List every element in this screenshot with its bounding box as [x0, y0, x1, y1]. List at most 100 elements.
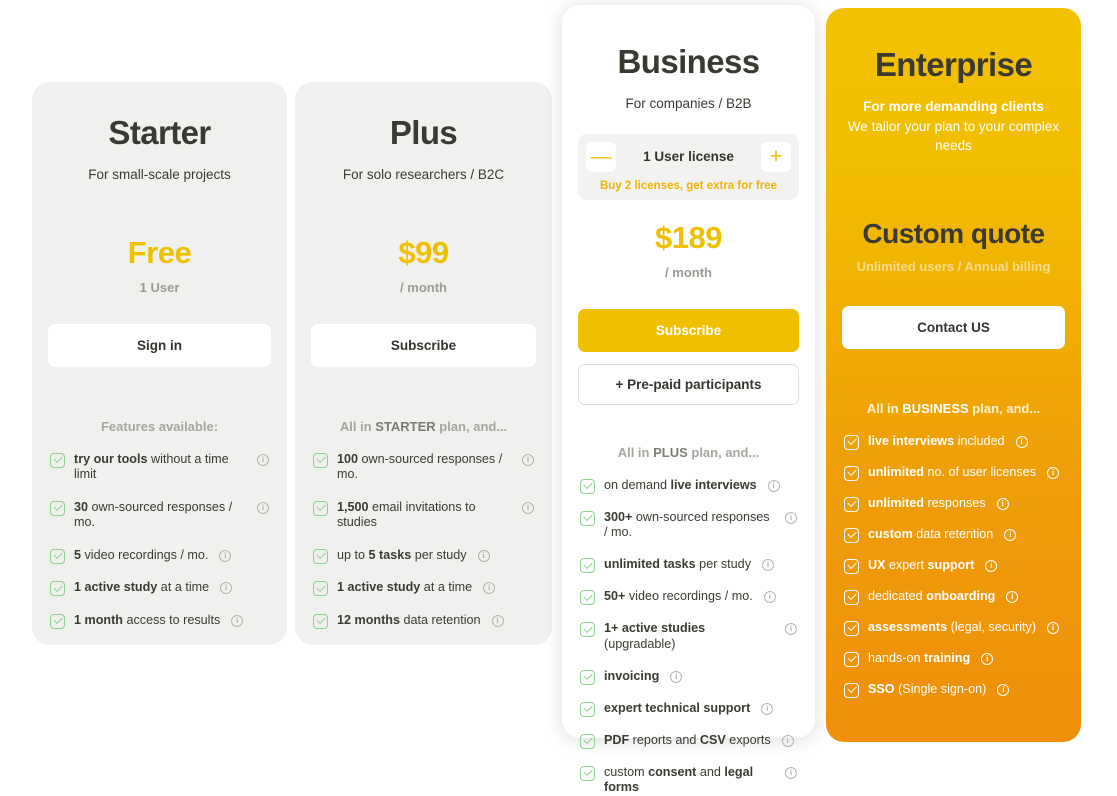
feature-item: unlimited tasks per study i	[578, 557, 799, 574]
license-increment-button[interactable]: +	[761, 141, 791, 172]
info-icon[interactable]: i	[220, 582, 233, 594]
feature-item: custom consent and legal forms i	[578, 765, 799, 796]
check-icon	[844, 465, 859, 481]
check-icon	[844, 620, 859, 636]
subscribe-button-plus[interactable]: Subscribe	[311, 323, 536, 367]
contact-us-button[interactable]: Contact US	[842, 305, 1065, 349]
info-icon[interactable]: i	[981, 652, 994, 665]
info-icon[interactable]: i	[1004, 528, 1017, 541]
feature-item: try our tools without a time limit i	[48, 452, 271, 483]
check-icon	[50, 613, 65, 629]
info-icon[interactable]: i	[763, 591, 776, 604]
feature-item: assessments (legal, security) i	[842, 620, 1065, 636]
features-heading-text: All in	[339, 418, 376, 434]
feature-item: 12 months data retention i	[311, 613, 536, 629]
license-decrement-button[interactable]: —	[586, 141, 616, 172]
feature-label: 50+ video recordings / mo.	[604, 589, 753, 604]
features-heading-tail: plan, and...	[687, 444, 760, 460]
info-icon[interactable]: i	[483, 582, 496, 594]
feature-label: 30 own-sourced responses / mo.	[74, 499, 233, 530]
feature-item: 1 active study at a time i	[311, 580, 536, 596]
feature-item: 50+ video recordings / mo. i	[578, 589, 799, 606]
info-icon[interactable]: i	[781, 734, 794, 747]
check-icon	[844, 682, 859, 698]
plan-title-enterprise: Enterprise	[874, 46, 1033, 83]
plan-title-plus: Plus	[389, 114, 458, 151]
info-icon[interactable]: i	[785, 623, 797, 636]
feature-item: 1 month access to results i	[48, 613, 271, 629]
plan-subtitle-thin: We tailor your plan to your complex need…	[847, 118, 1060, 154]
feature-label: 300+ own-sourced responses / mo.	[604, 509, 770, 540]
info-icon[interactable]: i	[997, 683, 1010, 696]
feature-label: 1 active study at a time	[337, 580, 473, 594]
subscribe-button-business[interactable]: Subscribe	[578, 308, 799, 352]
feature-label: live interviews included	[868, 433, 1005, 448]
feature-label: on demand live interviews	[604, 477, 757, 492]
features-heading-starter: Features available:	[48, 419, 271, 434]
features-heading-tail: plan, and...	[435, 418, 508, 434]
feature-label: assessments (legal, security)	[868, 619, 1037, 634]
feature-item: expert technical support i	[578, 701, 799, 717]
info-icon[interactable]: i	[785, 766, 797, 779]
check-icon	[50, 548, 65, 564]
check-icon	[580, 765, 595, 781]
info-icon[interactable]: i	[219, 549, 232, 562]
info-icon[interactable]: i	[1047, 621, 1060, 634]
info-icon[interactable]: i	[762, 559, 774, 572]
plan-card-body: Plus For solo researchers / B2C $99 / mo…	[295, 114, 552, 677]
feature-label: 1 month access to results	[74, 612, 221, 627]
license-stepper-row: — 1 User license +	[586, 141, 791, 172]
check-icon	[844, 651, 859, 667]
info-icon[interactable]: i	[761, 702, 774, 715]
feature-list-plus: 100 own-sourced responses / mo. i 1,500 em…	[311, 452, 536, 629]
info-icon[interactable]: i	[522, 501, 534, 514]
feature-item: invoicing i	[578, 669, 799, 685]
info-icon[interactable]: i	[1006, 590, 1019, 603]
feature-label: unlimited no. of user licenses	[868, 464, 1036, 479]
prepaid-participants-button[interactable]: + Pre-paid participants	[578, 363, 799, 405]
info-icon[interactable]: i	[996, 497, 1009, 510]
feature-label: PDF reports and CSV exports	[604, 732, 771, 747]
info-icon[interactable]: i	[231, 614, 244, 627]
check-icon	[313, 548, 328, 564]
plan-card-body: Starter For small-scale projects Free 1 …	[32, 114, 287, 677]
plan-subtitle-starter: For small-scale projects	[88, 167, 231, 182]
feature-item: 1 active study at a time i	[48, 580, 271, 596]
feature-label: 100 own-sourced responses / mo.	[337, 451, 503, 482]
check-icon	[844, 496, 859, 512]
feature-item: up to 5 tasks per study i	[311, 548, 536, 564]
info-icon[interactable]: i	[257, 453, 269, 466]
features-heading-enterprise: All in BUSINESS plan, and...	[842, 401, 1065, 416]
plan-subtitle-bold: For more demanding clients	[863, 99, 1044, 114]
info-icon[interactable]: i	[522, 453, 534, 466]
info-icon[interactable]: i	[1047, 466, 1059, 479]
check-icon	[313, 613, 328, 629]
sign-in-button[interactable]: Sign in	[48, 323, 271, 367]
features-heading-business: All in PLUS plan, and...	[578, 445, 799, 460]
plan-subtitle-plus: For solo researchers / B2C	[342, 167, 505, 182]
info-icon[interactable]: i	[985, 559, 998, 572]
feature-label: try our tools without a time limit	[74, 451, 229, 482]
info-icon[interactable]: i	[767, 479, 780, 492]
check-icon	[844, 589, 859, 605]
license-count-label: 1 User license	[643, 149, 734, 165]
feature-label: 5 video recordings / mo.	[74, 547, 209, 562]
check-icon	[580, 622, 595, 638]
price-note-plus: / month	[400, 279, 447, 295]
feature-item: 300+ own-sourced responses / mo. i	[578, 510, 799, 541]
info-icon[interactable]: i	[785, 511, 797, 524]
feature-list-starter: try our tools without a time limit i 30 ow…	[48, 452, 271, 629]
info-icon[interactable]: i	[1015, 435, 1028, 448]
info-icon[interactable]: i	[670, 670, 683, 683]
features-heading-text: All in	[617, 444, 654, 460]
features-heading-emphasis: BUSINESS	[902, 400, 969, 416]
price-note-enterprise: Unlimited users / Annual billing	[856, 258, 1051, 274]
feature-item: dedicated onboarding i	[842, 589, 1065, 605]
check-icon	[580, 669, 595, 685]
info-icon[interactable]: i	[257, 501, 269, 514]
feature-item: custom data retention i	[842, 527, 1065, 543]
price-value-plus: $99	[398, 234, 449, 270]
feature-label: unlimited responses	[868, 495, 986, 510]
info-icon[interactable]: i	[477, 549, 490, 562]
info-icon[interactable]: i	[491, 614, 504, 627]
